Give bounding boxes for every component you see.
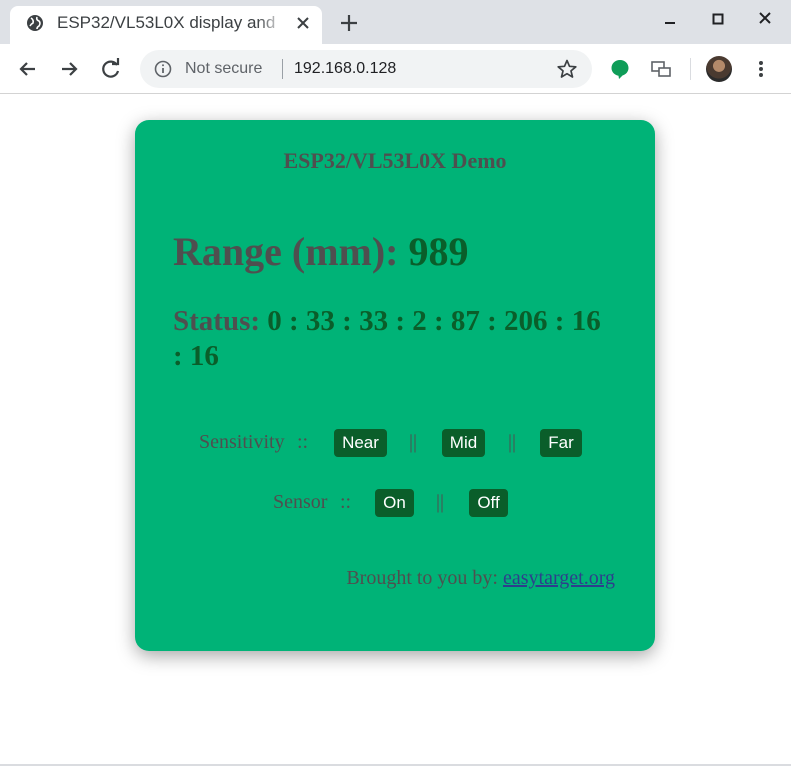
menu-dots-icon[interactable]: [752, 58, 770, 80]
forward-arrow-icon[interactable]: [56, 56, 82, 82]
address-divider: [282, 59, 283, 79]
new-tab-button[interactable]: [338, 12, 360, 34]
near-button[interactable]: Near: [334, 429, 387, 457]
status-readout: Status: 0 : 33 : 33 : 2 : 87 : 206 : 16 …: [173, 304, 613, 374]
credit-line: Brought to you by: easytarget.org: [346, 567, 615, 590]
info-icon[interactable]: [154, 60, 172, 78]
sensitivity-separator: ::: [297, 431, 309, 453]
tab-strip: ESP32/VL53L0X display and: [0, 0, 791, 44]
range-readout: Range (mm): 989: [173, 228, 469, 275]
minimize-icon[interactable]: [657, 8, 683, 30]
far-button[interactable]: Far: [540, 429, 582, 457]
range-label: Range (mm):: [173, 229, 399, 274]
back-arrow-icon[interactable]: [15, 56, 41, 82]
star-icon[interactable]: [556, 58, 578, 80]
sensor-on-button[interactable]: On: [375, 489, 414, 517]
credit-link[interactable]: easytarget.org: [503, 567, 615, 589]
page-title: ESP32/VL53L0X Demo: [283, 148, 507, 173]
url-text[interactable]: 192.168.0.128: [294, 60, 396, 78]
window-close-icon[interactable]: [752, 8, 778, 30]
demo-card: ESP32/VL53L0X Demo Range (mm): 989 Statu…: [135, 120, 655, 651]
range-value: 989: [408, 229, 469, 274]
browser-tab[interactable]: ESP32/VL53L0X display and: [10, 6, 322, 44]
sensitivity-pipe: ||: [409, 431, 418, 453]
sensitivity-pipe: ||: [508, 431, 517, 453]
sensor-label: Sensor: [273, 491, 328, 513]
sensor-off-button[interactable]: Off: [469, 489, 508, 517]
globe-icon: [27, 15, 43, 31]
address-bar[interactable]: Not secure 192.168.0.128: [140, 50, 592, 88]
credit-text: Brought to you by:: [346, 567, 498, 589]
status-label: Status:: [173, 305, 261, 337]
reload-icon[interactable]: [98, 56, 124, 82]
sensor-pipe: ||: [436, 491, 445, 513]
extension-icon[interactable]: [608, 57, 632, 81]
sensor-separator: ::: [340, 491, 352, 513]
mid-button[interactable]: Mid: [442, 429, 485, 457]
tab-title: ESP32/VL53L0X display and: [57, 13, 285, 35]
toolbar-divider: [690, 58, 691, 80]
sensitivity-label: Sensitivity: [199, 431, 285, 453]
security-label: Not secure: [185, 60, 263, 77]
maximize-icon[interactable]: [705, 8, 731, 30]
close-icon[interactable]: [293, 13, 313, 33]
avatar[interactable]: [706, 56, 732, 82]
cast-icon[interactable]: [649, 58, 673, 80]
